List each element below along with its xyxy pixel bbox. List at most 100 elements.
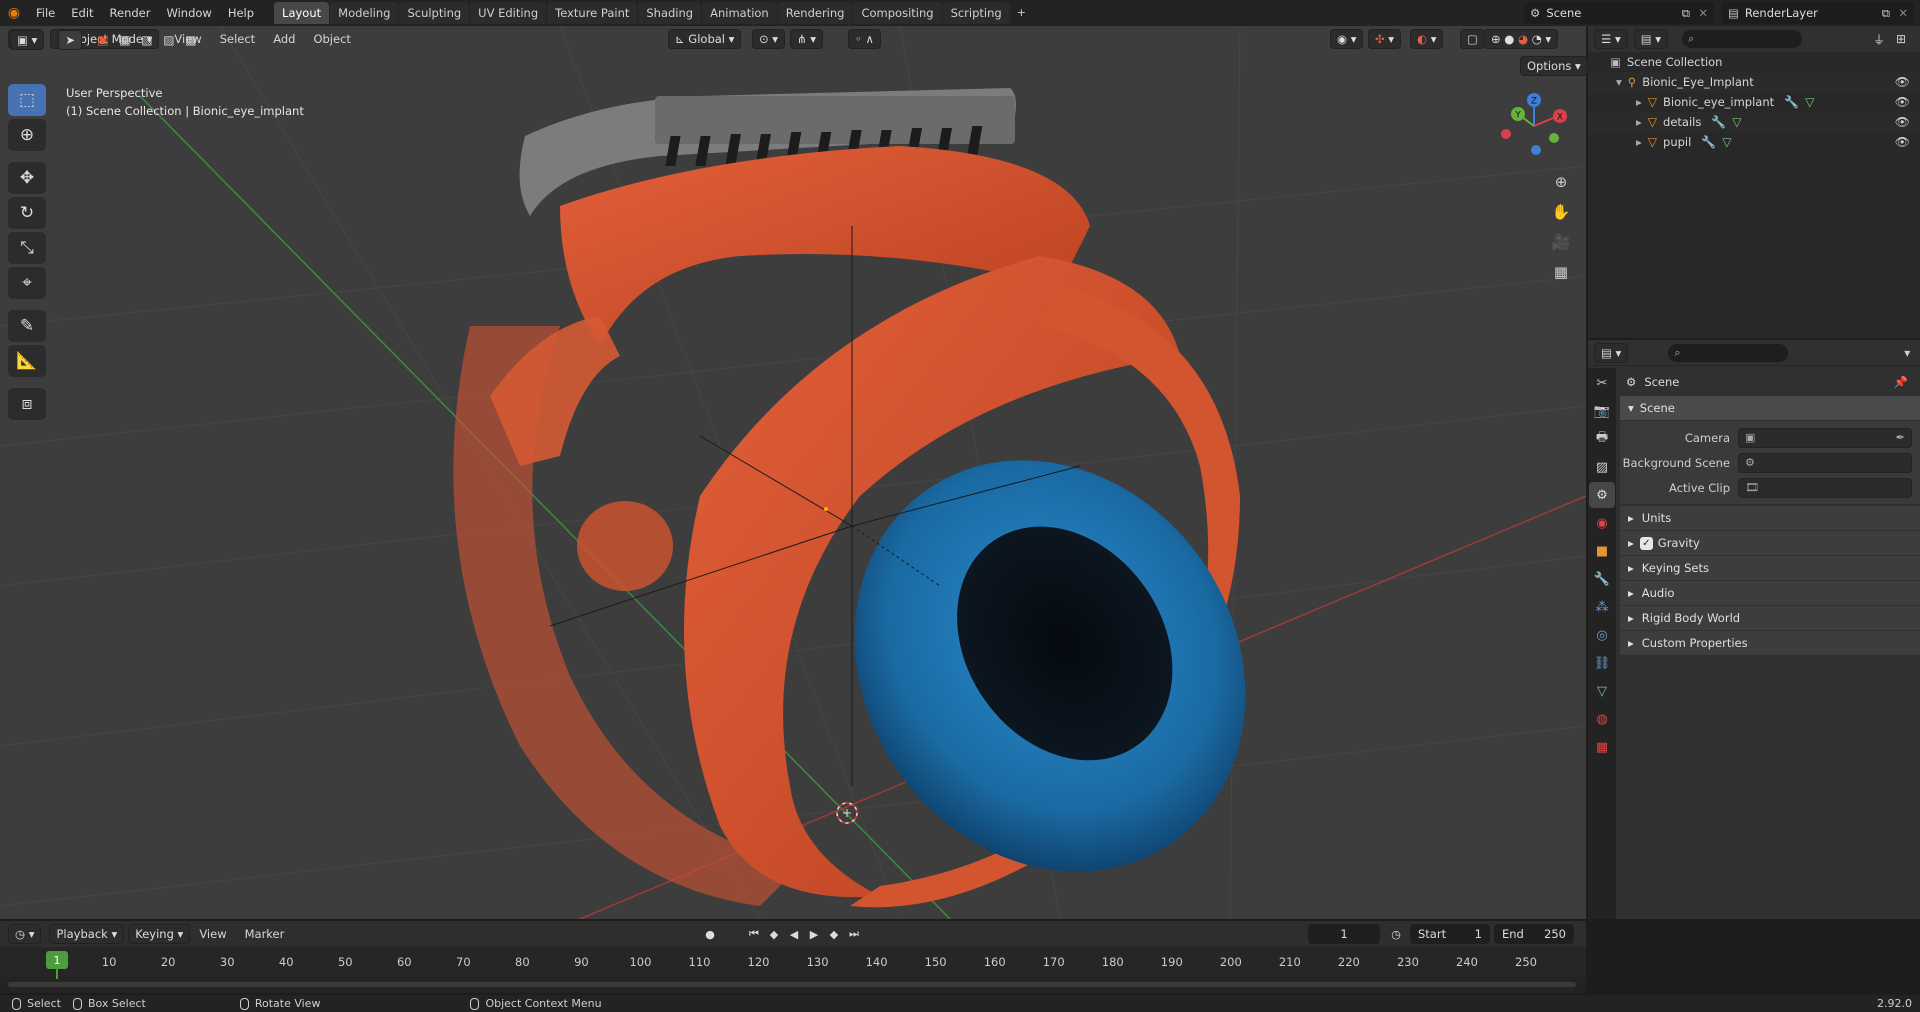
tab-compositing[interactable]: Compositing xyxy=(853,2,942,24)
navigation-gizmo[interactable]: Z X Y xyxy=(1498,90,1578,170)
menu-help[interactable]: Help xyxy=(220,0,262,26)
play-icon[interactable]: ▶ xyxy=(804,924,824,944)
object-tab-icon[interactable]: ■ xyxy=(1589,538,1615,564)
active-clip-field[interactable]: 🎞 xyxy=(1738,477,1912,498)
visibility-dropdown[interactable]: ◉ ▾ xyxy=(1330,29,1364,49)
select-extend-icon[interactable]: ▦ xyxy=(114,30,136,50)
gizmo-dropdown[interactable]: ✣ ▾ xyxy=(1368,29,1402,49)
overlays-dropdown[interactable]: ◐ ▾ xyxy=(1410,29,1444,49)
rigid-body-world-panel[interactable]: ▸ Rigid Body World xyxy=(1620,606,1920,630)
tool-settings-dropdown[interactable]: ▣ ▾ xyxy=(10,30,45,50)
units-panel[interactable]: ▸ Units xyxy=(1620,506,1920,530)
camera-field[interactable]: ▣ ✒ xyxy=(1738,427,1912,448)
playback-dropdown[interactable]: Playback ▾ xyxy=(49,924,125,944)
delete-view-layer-icon[interactable]: ✕ xyxy=(1898,6,1908,20)
select-subtract-icon[interactable]: ▧ xyxy=(136,30,158,50)
gravity-checkbox[interactable]: ✓ xyxy=(1639,536,1653,550)
scene-collection-row[interactable]: ▣ Scene Collection xyxy=(1588,52,1920,72)
menu-render[interactable]: Render xyxy=(102,0,159,26)
expand-arrow-icon[interactable]: ▸ xyxy=(1636,115,1642,129)
world-tab-icon[interactable]: ◉ xyxy=(1589,510,1615,536)
playhead-frame-indicator[interactable]: 1 xyxy=(46,951,68,969)
eye-icon[interactable]: 👁 xyxy=(1895,75,1910,89)
menu-edit[interactable]: Edit xyxy=(63,0,101,26)
outliner-object-row[interactable]: ▸ ▽ details 🔧 ▽ 👁 xyxy=(1588,112,1920,132)
material-shading-icon[interactable]: ◕ xyxy=(1518,32,1528,46)
end-frame-field[interactable]: End 250 xyxy=(1494,924,1574,944)
tab-texture-paint[interactable]: Texture Paint xyxy=(547,2,638,24)
new-collection-icon[interactable]: ⊞ xyxy=(1890,29,1912,49)
tab-layout[interactable]: Layout xyxy=(274,2,330,24)
scene-tab-icon[interactable]: ⚙ xyxy=(1589,482,1615,508)
eyedropper-icon[interactable]: ✒ xyxy=(1896,431,1905,444)
tab-modeling[interactable]: Modeling xyxy=(330,2,399,24)
snap-dropdown[interactable]: ⋔ ▾ xyxy=(790,29,824,49)
add-workspace-button[interactable]: + xyxy=(1011,2,1032,24)
eye-icon[interactable]: 👁 xyxy=(1895,135,1910,149)
render-tab-icon[interactable]: 📷 xyxy=(1589,398,1615,424)
xray-toggle[interactable]: ▢ xyxy=(1460,29,1485,49)
audio-panel[interactable]: ▸ Audio xyxy=(1620,581,1920,605)
view-layer-tab-icon[interactable]: ▨ xyxy=(1589,454,1615,480)
menu-add[interactable]: Add xyxy=(264,32,304,46)
outliner-search[interactable]: ⌕ xyxy=(1682,30,1803,48)
jump-end-icon[interactable]: ⏭ xyxy=(844,924,864,944)
expand-arrow-icon[interactable]: ▸ xyxy=(1636,95,1642,109)
texture-tab-icon[interactable]: ▦ xyxy=(1589,734,1615,760)
tab-rendering[interactable]: Rendering xyxy=(777,2,853,24)
zoom-icon[interactable]: ⊕ xyxy=(1547,168,1575,196)
move-tool[interactable]: ✥ xyxy=(8,162,46,194)
data-tab-icon[interactable]: ▽ xyxy=(1589,678,1615,704)
scene-panel-header[interactable]: ▾ Scene xyxy=(1620,396,1920,420)
delete-scene-icon[interactable]: ✕ xyxy=(1698,6,1708,20)
next-keyframe-icon[interactable]: ◆ xyxy=(824,924,844,944)
pin-icon[interactable]: 📌 xyxy=(1894,375,1908,389)
menu-file[interactable]: File xyxy=(28,0,63,26)
custom-properties-panel[interactable]: ▸ Custom Properties xyxy=(1620,631,1920,655)
pivot-point-dropdown[interactable]: ⊙ ▾ xyxy=(752,29,786,49)
eye-icon[interactable]: 👁 xyxy=(1895,95,1910,109)
properties-search[interactable]: ⌕ xyxy=(1668,343,1789,362)
rendered-shading-icon[interactable]: ◔ xyxy=(1532,32,1542,46)
start-frame-field[interactable]: Start 1 xyxy=(1410,924,1490,944)
wireframe-shading-icon[interactable]: ⊕ xyxy=(1491,32,1501,46)
tab-sculpting[interactable]: Sculpting xyxy=(399,2,470,24)
prev-keyframe-icon[interactable]: ◆ xyxy=(764,924,784,944)
expand-arrow-icon[interactable]: ▸ xyxy=(1636,135,1642,149)
tab-animation[interactable]: Animation xyxy=(702,2,777,24)
gravity-panel[interactable]: ▸ ✓ Gravity xyxy=(1620,531,1920,555)
rotate-tool[interactable]: ↻ xyxy=(8,197,46,229)
active-tool-indicator[interactable]: ➤ xyxy=(58,30,82,50)
outliner-object-row[interactable]: ▸ ▽ Bionic_eye_implant 🔧 ▽ 👁 xyxy=(1588,92,1920,112)
solid-shading-icon[interactable]: ● xyxy=(1504,32,1514,46)
properties-options-icon[interactable]: ▾ xyxy=(1896,343,1918,363)
physics-tab-icon[interactable]: ◎ xyxy=(1589,622,1615,648)
outliner-editor-type[interactable]: ☰ ▾ xyxy=(1594,29,1628,49)
record-icon[interactable]: ● xyxy=(700,924,720,944)
select-box-tool[interactable]: ⬚ xyxy=(8,84,46,116)
blender-logo-icon[interactable]: ◉ xyxy=(0,0,28,26)
shading-modes[interactable]: ⊕ ● ◕ ◔ ▾ xyxy=(1484,29,1559,49)
camera-view-icon[interactable]: 🎥 xyxy=(1547,228,1575,256)
current-frame-field[interactable]: 1 xyxy=(1308,924,1380,944)
tab-scripting[interactable]: Scripting xyxy=(942,2,1010,24)
perspective-toggle-icon[interactable]: ▦ xyxy=(1547,258,1575,286)
timeline-editor-type[interactable]: ◷ ▾ xyxy=(8,924,42,944)
keying-sets-panel[interactable]: ▸ Keying Sets xyxy=(1620,556,1920,580)
gizmo-neg-z[interactable] xyxy=(1531,145,1541,155)
material-tab-icon[interactable]: ◍ xyxy=(1589,706,1615,732)
scale-tool[interactable]: ⤡ xyxy=(8,232,46,264)
timeline-menu-marker[interactable]: Marker xyxy=(236,927,294,941)
cursor-tool[interactable]: ⊕ xyxy=(8,119,46,151)
keying-dropdown[interactable]: Keying ▾ xyxy=(128,924,191,944)
filter-icon[interactable]: ⏚ xyxy=(1868,29,1890,49)
scene-selector[interactable]: ⚙ Scene ⧉ ✕ xyxy=(1524,2,1714,24)
timeline-menu-view[interactable]: View xyxy=(190,927,235,941)
collection-row[interactable]: ▾ ⚲ Bionic_Eye_Implant 👁 xyxy=(1588,72,1920,92)
transform-orientation-dropdown[interactable]: ⊾ Global ▾ xyxy=(668,29,742,49)
tool-tab-icon[interactable]: ✂ xyxy=(1589,370,1615,396)
display-mode-dropdown[interactable]: ▤ ▾ xyxy=(1633,29,1669,49)
tab-shading[interactable]: Shading xyxy=(638,2,702,24)
timeline-ruler[interactable]: 1 10 20 30 40 50 60 70 80 90 100 110 120 130 140 150 16… xyxy=(0,947,1586,979)
select-intersect-icon[interactable]: ▩ xyxy=(180,30,202,50)
